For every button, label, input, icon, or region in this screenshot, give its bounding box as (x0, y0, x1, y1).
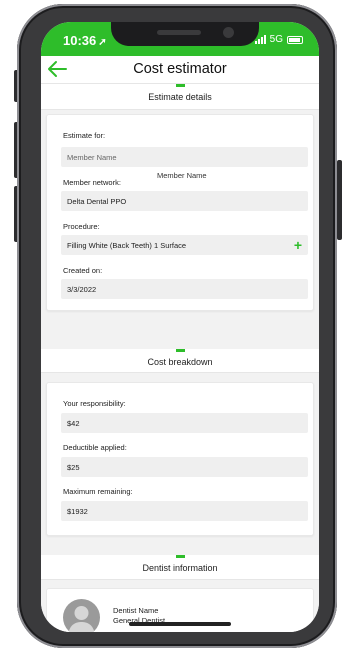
maximum-value: $1932 (61, 501, 308, 521)
estimate-card: Estimate for: Member Name Member Name Me… (46, 114, 314, 311)
home-indicator[interactable] (129, 622, 231, 626)
estimate-for-label: Estimate for: (63, 131, 106, 140)
network-label: 5G (269, 34, 283, 45)
responsibility-value: $42 (61, 413, 308, 433)
avatar (63, 599, 100, 632)
section-title: Estimate details (148, 92, 212, 102)
section-title: Dentist information (142, 563, 218, 573)
status-bar: 10:36 ➚ 5G (41, 22, 319, 56)
member-network-field[interactable]: Delta Dental PPO (61, 191, 308, 211)
section-accent (175, 349, 185, 352)
power-button (337, 160, 342, 240)
content-area: Estimate details Estimate for: Member Na… (41, 84, 319, 632)
section-title: Cost breakdown (147, 357, 213, 367)
deductible-value: $25 (61, 457, 308, 477)
speaker (157, 30, 201, 35)
nav-bar: Cost estimator (41, 56, 319, 84)
maximum-label: Maximum remaining: (63, 487, 133, 496)
screen: 10:36 ➚ 5G Cost estimator Estimate detail… (41, 22, 319, 632)
battery-icon (287, 35, 303, 44)
section-header-dentist: Dentist information (41, 555, 319, 580)
signal-icon (254, 35, 266, 44)
deductible-label: Deductible applied: (63, 443, 127, 452)
responsibility-label: Your responsibility: (63, 399, 126, 408)
location-icon: ➚ (98, 37, 107, 48)
section-header-estimate: Estimate details (41, 84, 319, 110)
member-name-field[interactable]: Member Name (61, 147, 308, 167)
page-title: Cost estimator (133, 61, 227, 77)
section-header-cost: Cost breakdown (41, 349, 319, 373)
procedure-label: Procedure: (63, 222, 100, 231)
created-on-label: Created on: (63, 266, 103, 275)
status-time: 10:36 ➚ (63, 33, 107, 48)
status-indicators: 5G (254, 34, 303, 45)
notch (111, 22, 259, 46)
dentist-name: Dentist Name (113, 606, 159, 615)
created-on-field: 3/3/2022 (61, 279, 308, 299)
plus-icon[interactable]: + (294, 237, 302, 253)
person-icon (68, 606, 95, 632)
procedure-value: Filling White (Back Teeth) 1 Surface (67, 241, 187, 250)
cost-card: Your responsibility: $42 Deductible appl… (46, 382, 314, 536)
camera-icon (223, 27, 234, 38)
member-network-label: Member network: (63, 178, 121, 187)
section-accent (175, 555, 185, 558)
section-accent (175, 84, 185, 87)
member-name-value: Member Name (157, 171, 207, 180)
procedure-field[interactable]: Filling White (Back Teeth) 1 Surface + (61, 235, 308, 255)
